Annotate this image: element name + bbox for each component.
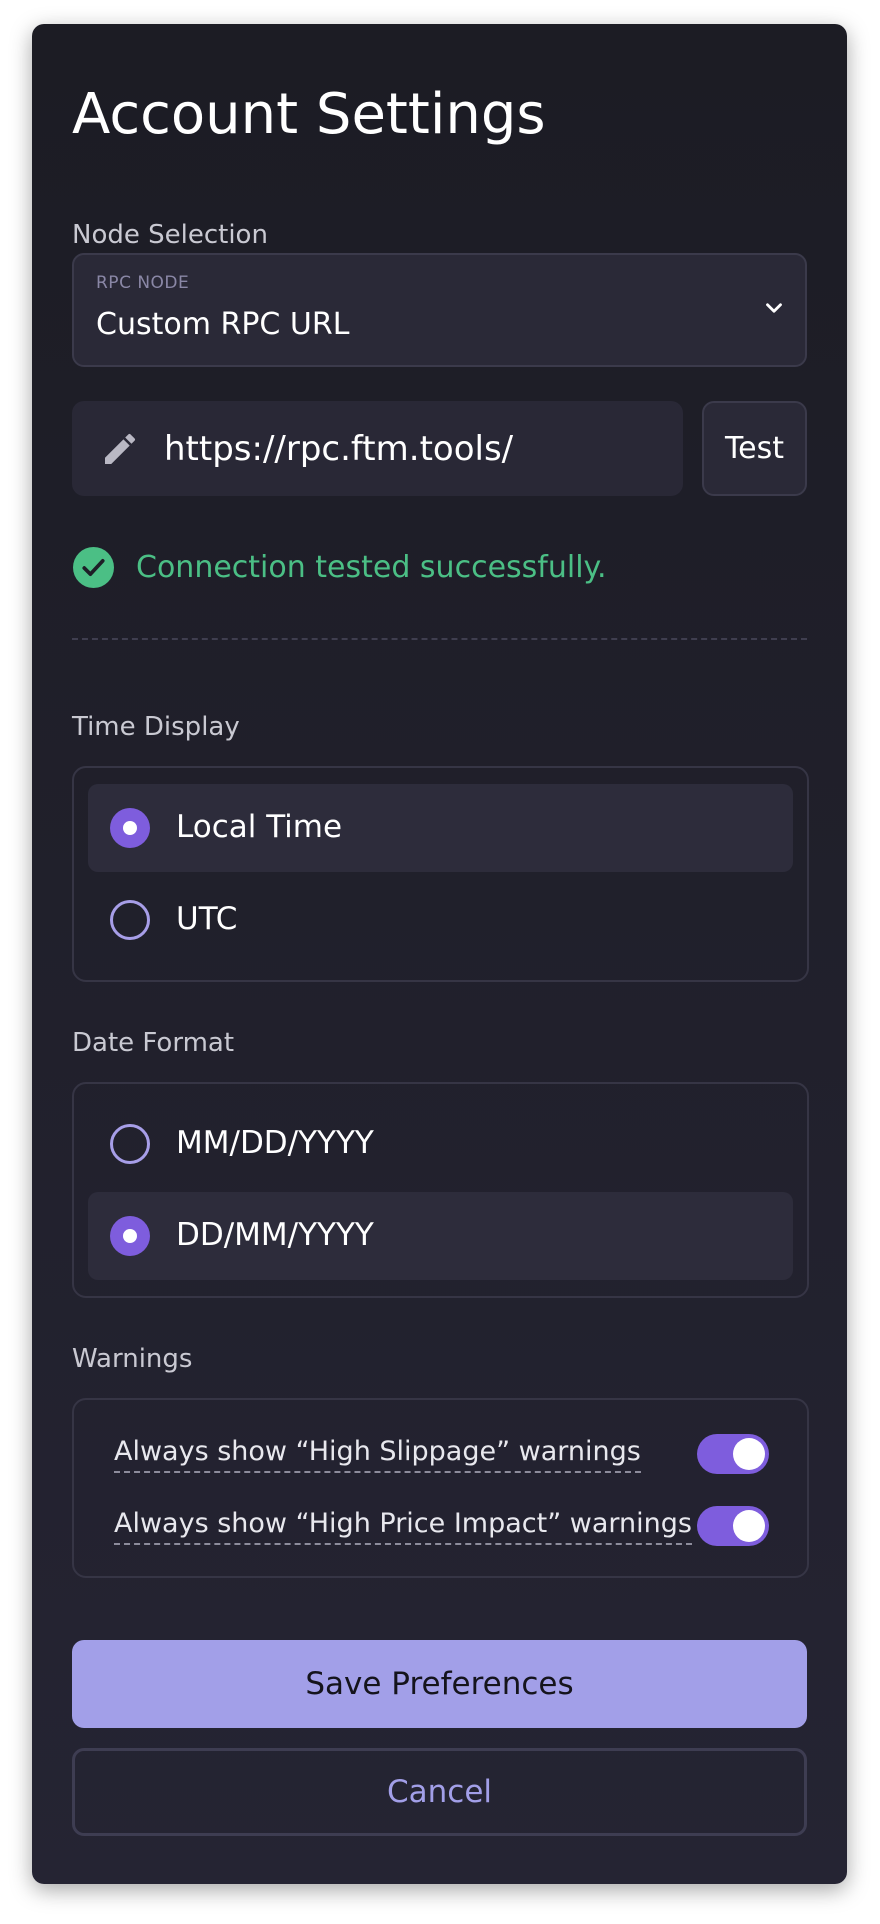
date-format-group: MM/DD/YYYY DD/MM/YYYY	[72, 1082, 809, 1298]
test-connection-button[interactable]: Test	[702, 401, 807, 496]
radio-mm-dd-yyyy[interactable]	[110, 1124, 150, 1164]
rpc-url-value: https://rpc.ftm.tools/	[164, 429, 514, 469]
radio-dd-mm-yyyy[interactable]	[110, 1216, 150, 1256]
date-option-label: MM/DD/YYYY	[176, 1125, 374, 1161]
cancel-button[interactable]: Cancel	[72, 1748, 807, 1836]
warning-high-slippage-label: Always show “High Slippage” warnings	[114, 1436, 641, 1473]
rpc-node-selected-value: Custom RPC URL	[96, 307, 350, 342]
warnings-label: Warnings	[72, 1344, 193, 1374]
time-option-utc[interactable]: UTC	[88, 876, 793, 964]
date-option-label: DD/MM/YYYY	[176, 1217, 374, 1253]
rpc-url-input[interactable]: https://rpc.ftm.tools/	[72, 401, 683, 496]
node-selection-label: Node Selection	[72, 220, 268, 250]
rpc-node-caption: RPC NODE	[96, 273, 190, 293]
date-option-mdy[interactable]: MM/DD/YYYY	[88, 1100, 793, 1188]
pencil-icon	[105, 433, 136, 464]
connection-status-text: Connection tested successfully.	[136, 550, 607, 585]
page-title: Account Settings	[72, 82, 546, 147]
check-circle-icon	[73, 547, 114, 588]
time-option-label: Local Time	[176, 809, 343, 845]
date-option-dmy[interactable]: DD/MM/YYYY	[88, 1192, 793, 1280]
time-display-label: Time Display	[72, 712, 240, 742]
warning-high-price-impact-label: Always show “High Price Impact” warnings	[114, 1508, 692, 1545]
section-divider	[72, 638, 807, 640]
chevron-down-icon	[766, 303, 782, 313]
rpc-node-select[interactable]: RPC NODE Custom RPC URL	[72, 253, 807, 367]
date-format-label: Date Format	[72, 1028, 235, 1058]
time-display-group: Local Time UTC	[72, 766, 809, 982]
time-option-label: UTC	[176, 901, 238, 937]
time-option-local[interactable]: Local Time	[88, 784, 793, 872]
account-settings-panel: Account Settings Node Selection RPC NODE…	[32, 24, 847, 1884]
radio-local-time[interactable]	[110, 808, 150, 848]
toggle-high-slippage[interactable]	[697, 1434, 769, 1474]
radio-utc[interactable]	[110, 900, 150, 940]
warnings-group: Always show “High Slippage” warnings Alw…	[72, 1398, 809, 1578]
save-preferences-button[interactable]: Save Preferences	[72, 1640, 807, 1728]
toggle-high-price-impact[interactable]	[697, 1506, 769, 1546]
